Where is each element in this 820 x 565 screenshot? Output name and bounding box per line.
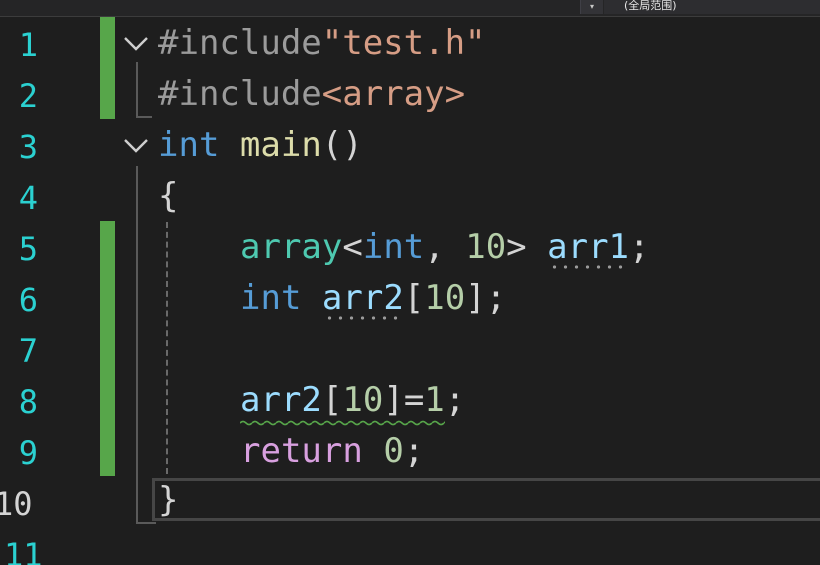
warning-squiggle: arr2[10]=1 bbox=[240, 380, 445, 420]
scope-dropdown[interactable]: (全局范围) bbox=[604, 0, 820, 14]
control-keyword: return bbox=[240, 431, 363, 471]
navigation-bar: ▾ (全局范围) bbox=[0, 0, 820, 17]
punctuation: [ bbox=[403, 278, 425, 318]
line-number-3: 3 bbox=[18, 128, 38, 166]
number-literal: 0 bbox=[383, 431, 404, 471]
include-path: "test.h" bbox=[321, 23, 486, 63]
punctuation: ; bbox=[444, 380, 466, 420]
variable-name: arr2 bbox=[321, 278, 404, 318]
variable-name: arr1 bbox=[547, 227, 630, 267]
line-number-5: 5 bbox=[18, 230, 38, 268]
punctuation: ] bbox=[383, 380, 404, 420]
preprocessor-directive: #include bbox=[158, 74, 322, 114]
number-literal: 10 bbox=[342, 380, 384, 420]
line-number-6: 6 bbox=[18, 281, 38, 319]
chevron-down-icon[interactable] bbox=[122, 136, 150, 156]
punctuation: ; bbox=[485, 278, 507, 318]
line-number-9: 9 bbox=[18, 434, 38, 472]
punctuation: < bbox=[342, 227, 363, 267]
include-path: <array> bbox=[321, 74, 466, 114]
line-number-10: 10 bbox=[0, 485, 33, 523]
outline-line bbox=[136, 62, 138, 118]
outline-line bbox=[136, 166, 138, 524]
line-number-2: 2 bbox=[18, 77, 38, 115]
code-line-6[interactable]: int arr2[10]; bbox=[240, 276, 506, 320]
code-line-2[interactable]: #include<array> bbox=[158, 72, 465, 116]
code-line-8[interactable]: arr2[10]=1; bbox=[240, 378, 465, 422]
open-brace: { bbox=[158, 176, 179, 216]
close-brace: } bbox=[158, 480, 179, 520]
outline-end bbox=[136, 522, 156, 524]
punctuation: ; bbox=[629, 227, 650, 267]
line-number-4: 4 bbox=[18, 179, 38, 217]
code-editor[interactable]: ▾ (全局范围) 1 2 3 4 5 6 7 8 9 10 11 #includ… bbox=[0, 0, 820, 565]
keyword: int bbox=[158, 125, 220, 165]
change-bar-saved bbox=[100, 221, 115, 476]
code-line-1[interactable]: #include"test.h" bbox=[158, 21, 486, 65]
variable-name: arr2 bbox=[240, 380, 322, 420]
line-number-8: 8 bbox=[18, 383, 38, 421]
scope-dropdown-arrow[interactable]: ▾ bbox=[580, 0, 603, 14]
keyword: int bbox=[362, 227, 425, 267]
punctuation: ; bbox=[403, 431, 425, 471]
punctuation: > bbox=[506, 227, 527, 267]
function-name: main bbox=[239, 125, 322, 165]
punctuation: , bbox=[424, 227, 466, 267]
change-bar-saved bbox=[100, 17, 115, 119]
outline-end bbox=[136, 116, 152, 118]
code-line-9[interactable]: return 0; bbox=[240, 429, 424, 473]
chevron-down-icon[interactable] bbox=[122, 34, 150, 54]
punctuation: ] bbox=[465, 278, 486, 318]
parentheses: () bbox=[321, 125, 363, 165]
number-literal: 1 bbox=[424, 380, 445, 420]
type-name: array bbox=[240, 227, 343, 267]
current-line-highlight bbox=[152, 478, 820, 521]
code-line-4[interactable]: { bbox=[158, 174, 178, 218]
line-number-7: 7 bbox=[18, 332, 38, 370]
number-literal: 10 bbox=[424, 278, 466, 318]
code-line-10[interactable]: } bbox=[158, 478, 178, 522]
indent-guide bbox=[166, 222, 168, 474]
punctuation: [ bbox=[321, 380, 343, 420]
preprocessor-directive: #include bbox=[158, 23, 322, 63]
keyword: int bbox=[240, 278, 302, 318]
code-line-3[interactable]: int main() bbox=[158, 123, 363, 167]
punctuation: = bbox=[403, 380, 425, 420]
number-literal: 10 bbox=[465, 227, 507, 267]
line-number-11: 11 bbox=[4, 536, 43, 565]
code-line-5[interactable]: array<int, 10> arr1; bbox=[240, 225, 650, 269]
line-number-1: 1 bbox=[18, 26, 38, 64]
